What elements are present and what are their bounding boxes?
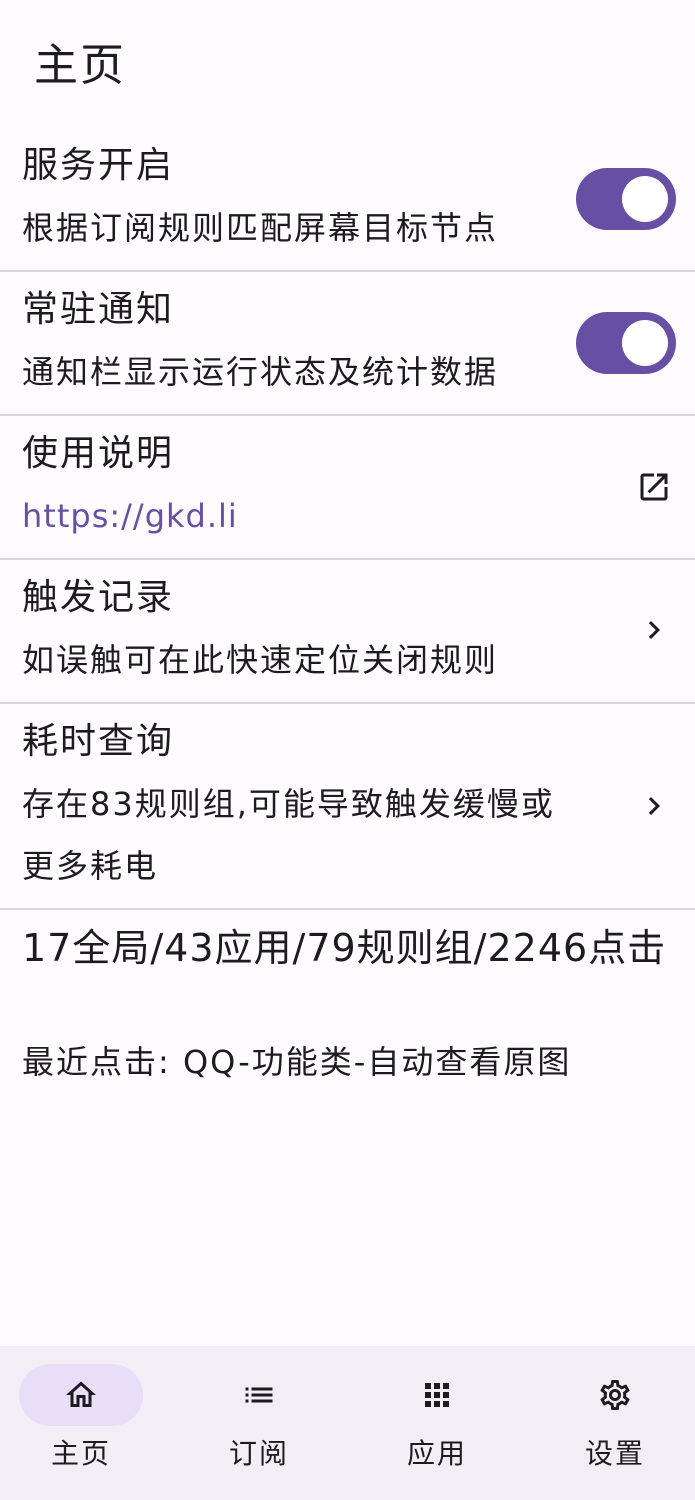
records-subtitle: 如误触可在此快速定位关闭规则: [22, 641, 499, 679]
records-title: 触发记录: [22, 577, 175, 618]
timing-subtitle-line2: 更多耗电: [22, 847, 159, 885]
service-toggle-row[interactable]: 服务开启 根据订阅规则匹配屏幕目标节点: [0, 120, 695, 270]
nav-item-subscriptions[interactable]: 订阅: [178, 1346, 351, 1500]
open-in-new-icon: [636, 469, 672, 505]
list-icon: [241, 1377, 277, 1413]
switch-knob: [622, 176, 668, 222]
timing-title: 耗时查询: [22, 721, 175, 762]
notification-title: 常驻通知: [22, 289, 175, 330]
nav-label: 设置: [584, 1437, 645, 1470]
nav-label: 订阅: [228, 1437, 289, 1470]
nav-label: 应用: [406, 1437, 467, 1470]
switch-knob: [622, 320, 668, 366]
gear-icon: [597, 1377, 633, 1413]
manual-row[interactable]: 使用说明 https://gkd.li: [0, 416, 695, 558]
service-switch[interactable]: [576, 168, 676, 230]
home-screen: 主页 服务开启 根据订阅规则匹配屏幕目标节点 常驻通知 通知栏显示运行状态及统计…: [0, 0, 695, 1500]
nav-label: 主页: [50, 1437, 111, 1470]
nav-item-home[interactable]: 主页: [0, 1346, 173, 1500]
chevron-right-icon: [636, 612, 672, 648]
service-title: 服务开启: [22, 145, 175, 186]
bottom-navigation: 主页 订阅 应用 设置: [0, 1346, 695, 1500]
nav-item-apps[interactable]: 应用: [356, 1346, 529, 1500]
home-icon: [63, 1377, 99, 1413]
notification-switch[interactable]: [576, 312, 676, 374]
chevron-right-icon: [636, 788, 672, 824]
recent-click: 最近点击: QQ-功能类-自动查看原图: [22, 1043, 572, 1081]
divider: [0, 908, 695, 910]
timing-subtitle-line1: 存在83规则组,可能导致触发缓慢或: [22, 785, 555, 823]
top-app-bar: 主页: [0, 0, 695, 120]
timing-query-row[interactable]: 耗时查询 存在83规则组,可能导致触发缓慢或 更多耗电: [0, 704, 695, 908]
stats-summary: 17全局/43应用/79规则组/2246点击: [22, 926, 667, 970]
trigger-records-row[interactable]: 触发记录 如误触可在此快速定位关闭规则: [0, 560, 695, 702]
service-subtitle: 根据订阅规则匹配屏幕目标节点: [22, 209, 499, 247]
notification-toggle-row[interactable]: 常驻通知 通知栏显示运行状态及统计数据: [0, 272, 695, 414]
apps-grid-icon: [419, 1377, 455, 1413]
nav-item-settings[interactable]: 设置: [534, 1346, 695, 1500]
manual-link[interactable]: https://gkd.li: [22, 494, 238, 538]
notification-subtitle: 通知栏显示运行状态及统计数据: [22, 353, 499, 391]
page-title: 主页: [34, 40, 126, 91]
manual-title: 使用说明: [22, 433, 175, 474]
